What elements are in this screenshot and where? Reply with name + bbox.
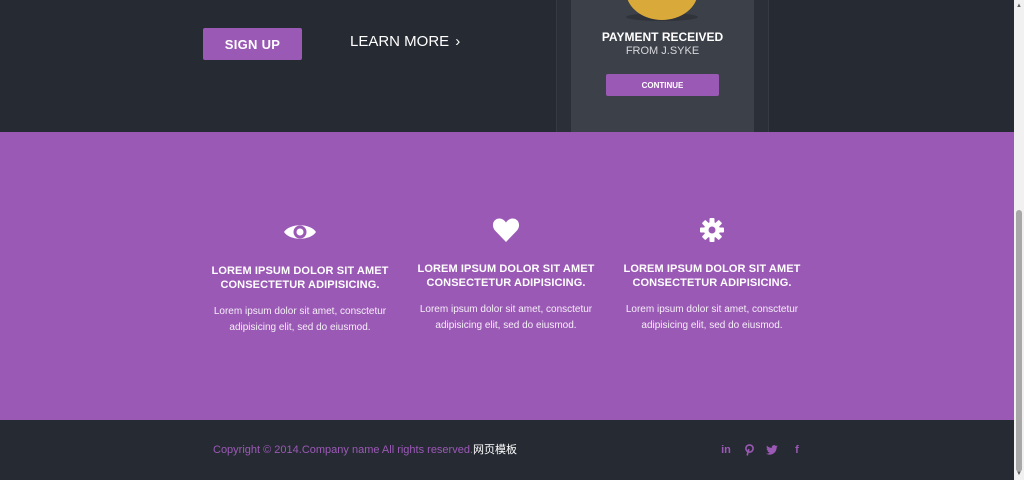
feature-heading-line: LOREM IPSUM DOLOR SIT AMET [417, 263, 595, 275]
feature-heading-line: CONSECTETUR ADIPISICING. [426, 277, 586, 289]
scrollbar-thumb[interactable] [1016, 210, 1022, 472]
feature-body-line: Lorem ipsum dolor sit amet, consctetur [419, 304, 593, 315]
payment-title: PAYMENT RECEIVED [601, 30, 724, 44]
feature-body-line: adipisicing elit, sed do eiusmod. [641, 320, 783, 331]
feature-body-line: Lorem ipsum dolor sit amet, consctetur [213, 306, 387, 317]
feature-body-line: Lorem ipsum dolor sit amet, consctetur [625, 304, 799, 315]
chevron-right-icon: › [455, 33, 461, 50]
feature-heading-line: CONSECTETUR ADIPISICING. [220, 279, 380, 291]
pinterest-icon[interactable] [742, 443, 756, 457]
feature-heading-line: CONSECTETUR ADIPISICING. [632, 277, 792, 289]
payment-from: FROM J.SYKE [625, 45, 700, 57]
feature-body: Lorem ipsum dolor sit amet, consctetur a… [612, 302, 812, 334]
feature-heading-line: LOREM IPSUM DOLOR SIT AMET [623, 263, 801, 275]
sign-up-button[interactable]: SIGN UP [203, 28, 302, 60]
feature-heading: LOREM IPSUM DOLOR SIT AMET CONSECTETUR A… [200, 264, 400, 292]
feature-body: Lorem ipsum dolor sit amet, consctetur a… [406, 302, 606, 334]
continue-button[interactable]: CONTINUE [606, 74, 719, 96]
template-link[interactable]: 网页模板 [473, 444, 517, 456]
heart-icon [406, 212, 606, 248]
feature-body: Lorem ipsum dolor sit amet, consctetur a… [200, 304, 400, 336]
feature-body-line: adipisicing elit, sed do eiusmod. [435, 320, 577, 331]
copyright-label: Copyright © 2014.Company name All rights… [213, 444, 474, 456]
feature-item: LOREM IPSUM DOLOR SIT AMET CONSECTETUR A… [406, 212, 606, 334]
feature-body-line: adipisicing elit, sed do eiusmod. [229, 322, 371, 333]
feature-heading: LOREM IPSUM DOLOR SIT AMET CONSECTETUR A… [406, 262, 606, 290]
feature-heading-line: LOREM IPSUM DOLOR SIT AMET [211, 265, 389, 277]
copyright-text: Copyright © 2014.Company name All rights… [213, 441, 517, 457]
learn-more-label: LEARN MORE [350, 33, 450, 50]
eye-icon [200, 214, 400, 250]
twitter-icon[interactable] [765, 443, 779, 457]
gear-icon [612, 212, 812, 248]
feature-item: LOREM IPSUM DOLOR SIT AMET CONSECTETUR A… [612, 212, 812, 334]
feature-item: LOREM IPSUM DOLOR SIT AMET CONSECTETUR A… [200, 214, 400, 336]
learn-more-link[interactable]: LEARN MORE › [350, 33, 460, 50]
feature-heading: LOREM IPSUM DOLOR SIT AMET CONSECTETUR A… [612, 262, 812, 290]
hero-section [0, 0, 1014, 132]
scroll-down-arrow-icon[interactable]: ▼ [1015, 470, 1023, 478]
scroll-up-arrow-icon[interactable]: ▲ [1015, 2, 1023, 10]
linkedin-icon[interactable]: in [719, 443, 733, 457]
facebook-icon[interactable]: f [790, 443, 804, 457]
